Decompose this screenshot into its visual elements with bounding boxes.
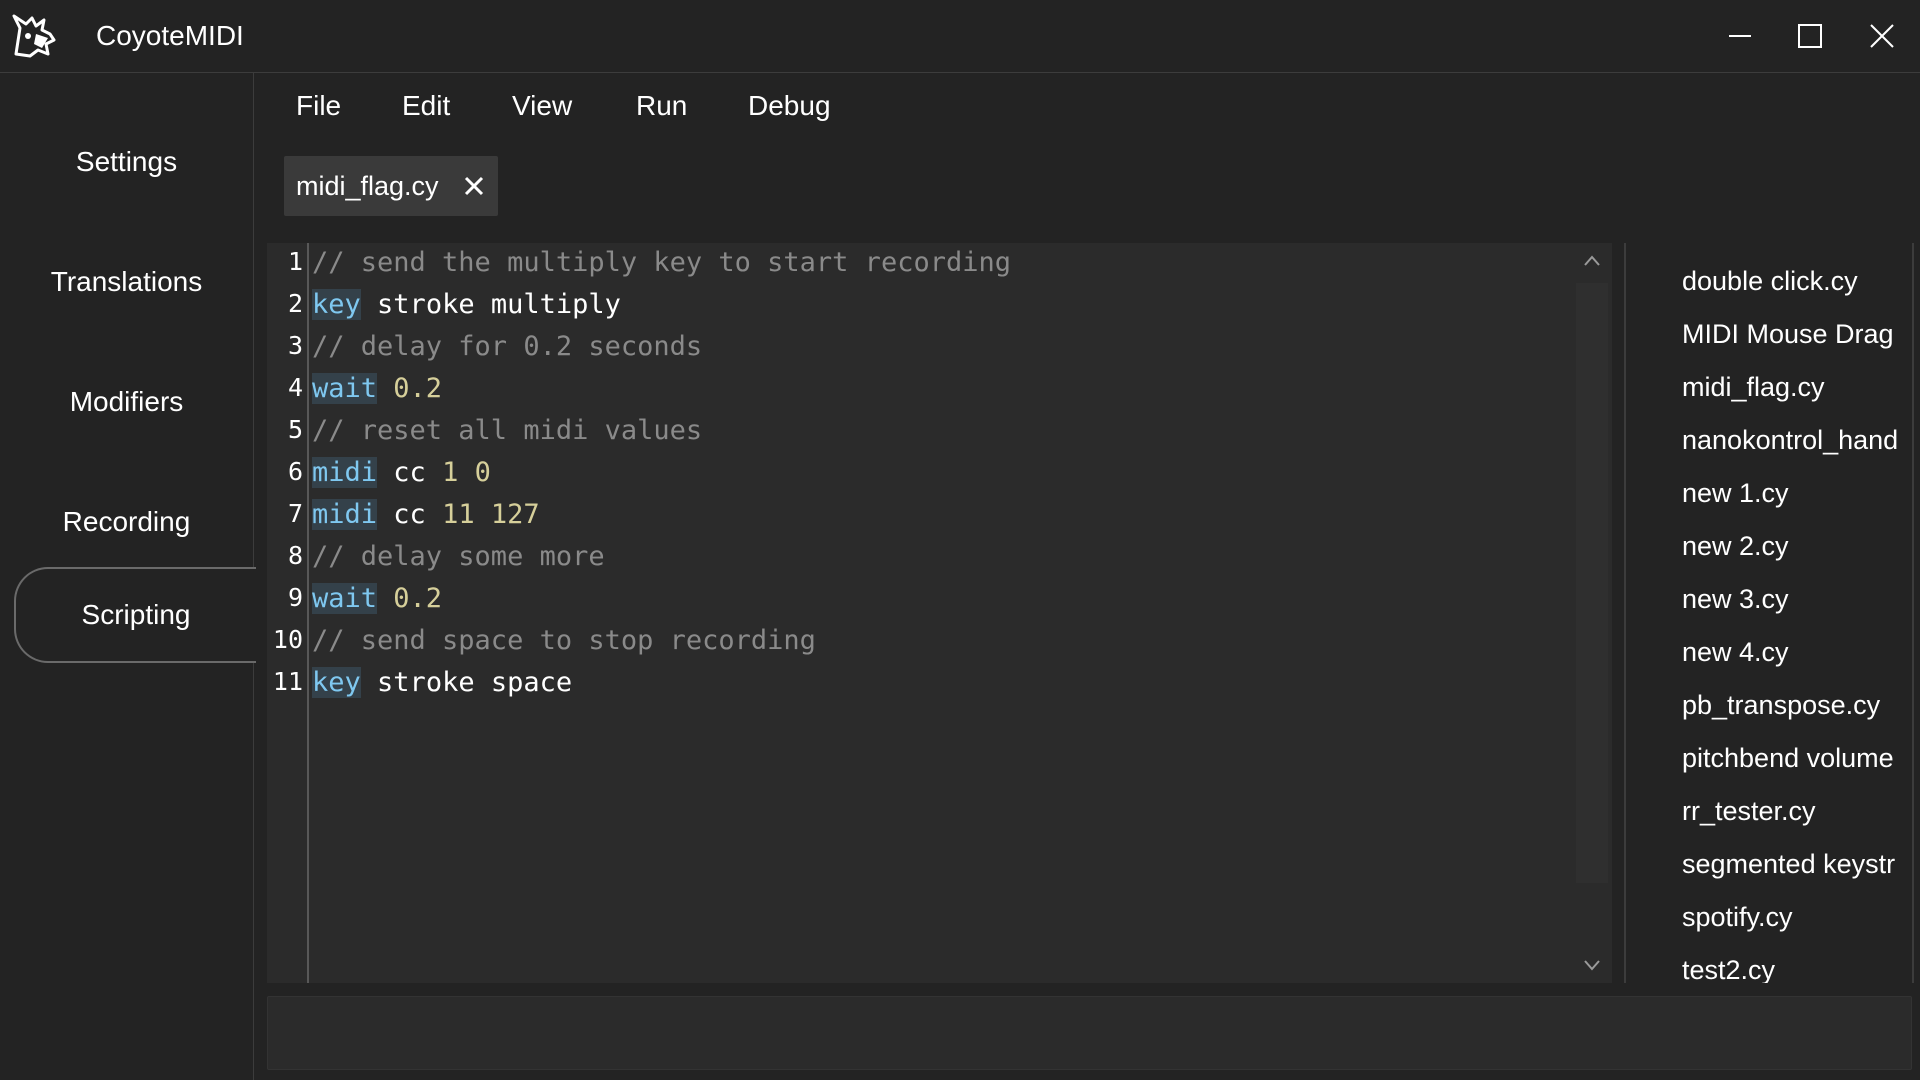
line-number: 8 [287,541,303,570]
line-number: 4 [287,373,303,402]
sidebar-item-settings[interactable]: Settings [0,117,253,207]
script-file-list[interactable]: discord_censor.cydouble click.cy MIDI Mou… [1624,243,1914,983]
sidebar-item-modifiers[interactable]: Modifiers [0,357,253,447]
file-list-item[interactable]: segmented keystr [1682,849,1912,880]
file-list-item[interactable]: rr_tester.cy [1682,796,1912,827]
app-title: CoyoteMIDI [96,20,244,51]
code-line[interactable]: key stroke multiply [312,287,621,323]
file-list-item[interactable]: discord_censor.cy [1682,243,1912,244]
editor-scrollbar[interactable] [1572,243,1612,983]
minimize-button[interactable] [1710,12,1770,60]
menu-run[interactable]: Run [636,90,687,122]
sidebar-item-recording[interactable]: Recording [0,477,253,567]
tab-midi-flag[interactable]: midi_flag.cy [284,156,498,216]
close-icon[interactable] [460,172,488,200]
file-list-item[interactable]: pb_transpose.cy [1682,690,1912,721]
code-editor[interactable]: 1 2 3 4 5 6 7 8 9 10 11 // send the mult… [267,243,1612,983]
line-number: 3 [287,331,303,360]
code-line[interactable]: // delay for 0.2 seconds [312,329,702,365]
sidebar: Settings Translations Modifiers Recordin… [0,73,256,1080]
file-list-item[interactable]: MIDI Mouse Drag [1682,319,1912,350]
code-line[interactable]: // delay some more [312,539,605,575]
file-list-item[interactable]: midi_flag.cy [1682,372,1912,403]
menu-view[interactable]: View [512,90,572,122]
coyote-logo-icon [12,14,56,58]
line-number: 2 [287,289,303,318]
file-list-item[interactable]: pitchbend volume [1682,743,1912,774]
line-number: 6 [287,457,303,486]
maximize-button[interactable] [1780,12,1840,60]
maximize-icon [1798,24,1822,48]
line-number: 1 [287,247,303,276]
file-list-item[interactable]: double click.cy [1682,266,1912,297]
line-number: 9 [287,583,303,612]
chevron-down-icon[interactable] [1582,955,1602,975]
close-window-button[interactable] [1852,12,1912,60]
file-list-item[interactable]: test2.cy [1682,955,1912,983]
menu-debug[interactable]: Debug [748,90,831,122]
code-line[interactable]: wait 0.2 [312,371,442,407]
menu-file[interactable]: File [296,90,341,122]
code-line[interactable]: midi cc 11 127 [312,497,540,533]
file-list-item[interactable]: new 2.cy [1682,531,1912,562]
line-number: 7 [287,499,303,528]
line-number: 5 [287,415,303,444]
minimize-icon [1729,35,1751,37]
sidebar-item-scripting[interactable]: Scripting [14,567,256,663]
chevron-up-icon[interactable] [1582,251,1602,271]
code-line[interactable]: // send space to stop recording [312,623,816,659]
line-number: 10 [272,625,303,654]
code-line[interactable]: // reset all midi values [312,413,702,449]
code-line[interactable]: key stroke space [312,665,572,701]
file-list-item[interactable]: spotify.cy [1682,902,1912,933]
file-list-item[interactable]: new 1.cy [1682,478,1912,509]
line-number: 11 [272,667,303,696]
tab-label: midi_flag.cy [296,170,439,201]
title-bar: CoyoteMIDI [0,0,1920,73]
file-list-item[interactable]: new 4.cy [1682,637,1912,668]
menu-edit[interactable]: Edit [402,90,450,122]
line-number-gutter: 1 2 3 4 5 6 7 8 9 10 11 [267,243,309,983]
sidebar-item-translations[interactable]: Translations [0,237,253,327]
output-console[interactable] [267,996,1912,1070]
code-line[interactable]: wait 0.2 [312,581,442,617]
code-line[interactable]: // send the multiply key to start record… [312,245,1011,281]
file-list-item[interactable]: nanokontrol_hand [1682,425,1912,456]
close-icon [1870,24,1894,48]
code-line[interactable]: midi cc 1 0 [312,455,491,491]
file-list-item[interactable]: new 3.cy [1682,584,1912,615]
scroll-track[interactable] [1576,283,1608,883]
